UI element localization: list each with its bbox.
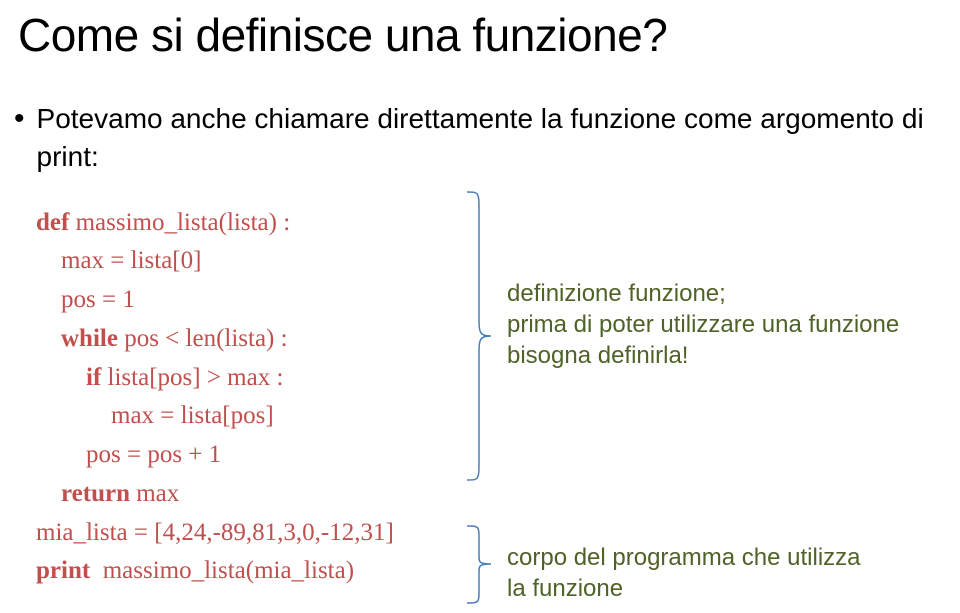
keyword-return: return: [61, 480, 130, 507]
code-indent: [36, 480, 61, 507]
bullet-text: Potevamo anche chiamare direttamente la …: [37, 100, 960, 176]
code-text: lista[pos] > max :: [101, 364, 283, 391]
code-text: pos < len(lista) :: [118, 325, 288, 352]
keyword-while: while: [61, 325, 118, 352]
keyword-def: def: [36, 209, 69, 236]
slide-title: Come si definisce una funzione?: [0, 0, 960, 62]
bullet-item: • Potevamo anche chiamare direttamente l…: [0, 62, 960, 176]
annotation-line: bisogna definirla!: [507, 340, 899, 371]
code-line-6: max = lista[pos]: [36, 397, 960, 436]
annotation-line: la funzione: [507, 573, 861, 604]
bullet-dot: •: [14, 104, 25, 134]
code-block: def massimo_lista(lista) : max = lista[0…: [0, 176, 960, 592]
annotation-line: definizione funzione;: [507, 278, 899, 309]
annotation-line: prima di poter utilizzare una funzione: [507, 309, 899, 340]
code-line-2: max = lista[0]: [36, 242, 960, 281]
keyword-if: if: [86, 364, 101, 391]
annotation-definition: definizione funzione; prima di poter uti…: [507, 278, 899, 372]
code-line-1: def massimo_lista(lista) :: [36, 204, 960, 243]
code-indent: [36, 364, 86, 391]
annotation-body: corpo del programma che utilizza la funz…: [507, 542, 861, 604]
keyword-print: print: [36, 557, 90, 584]
annotation-line: corpo del programma che utilizza: [507, 542, 861, 573]
code-line-7: pos = pos + 1: [36, 436, 960, 475]
code-indent: [36, 325, 61, 352]
code-text: max: [130, 480, 179, 507]
code-text: massimo_lista(lista) :: [69, 209, 290, 236]
code-line-8: return max: [36, 475, 960, 514]
code-text: massimo_lista(mia_lista): [90, 557, 354, 584]
